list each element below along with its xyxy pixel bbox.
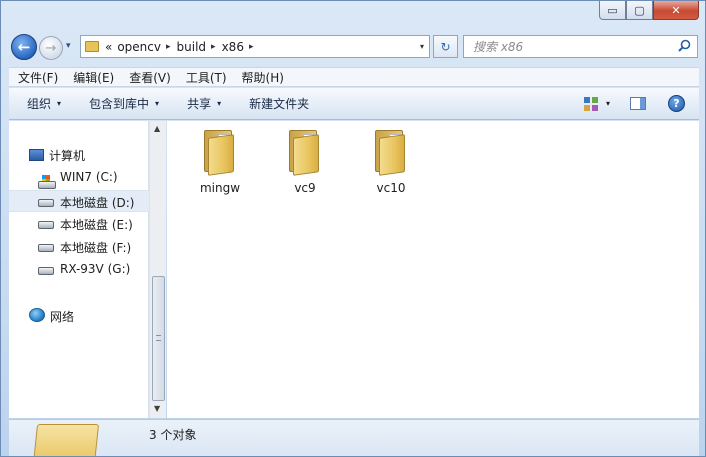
tree-item-label: 网络 — [50, 310, 75, 324]
breadcrumb-separator-icon[interactable]: ▸ — [211, 42, 216, 52]
breadcrumb-opencv[interactable]: opencv — [117, 40, 161, 54]
caption-buttons: ▭ ▢ ✕ — [599, 1, 699, 20]
navigation-scrollbar[interactable]: ▲ ▼ — [149, 121, 166, 418]
tree-item-label: RX-93V (G:) — [60, 262, 131, 276]
tree-item-drive-c[interactable]: WIN7 (C:) — [9, 167, 149, 189]
tree-item-drive-g[interactable]: RX-93V (G:) — [9, 259, 149, 281]
folder-vc10[interactable]: vc10 — [361, 124, 421, 195]
folder-icon — [204, 130, 236, 176]
drive-icon — [38, 267, 54, 275]
command-bar: 组织 ▾ 包含到库中 ▾ 共享 ▾ 新建文件夹 ▾ ? — [9, 88, 699, 120]
address-bar[interactable]: « opencv ▸ build ▸ x86 ▸ ▾ — [80, 35, 430, 58]
menu-edit[interactable]: 编辑(E) — [73, 69, 114, 86]
breadcrumb-build[interactable]: build — [177, 40, 207, 54]
tree-item-label: 本地磁盘 (D:) — [60, 196, 135, 210]
chevron-down-icon: ▾ — [155, 99, 160, 108]
breadcrumb-separator-icon[interactable]: ▸ — [166, 42, 171, 52]
navigation-pane: 计算机 WIN7 (C:) 本地磁盘 (D:) 本地磁盘 (E:) 本地磁盘 (… — [9, 121, 149, 418]
preview-pane-icon[interactable] — [630, 97, 646, 110]
folder-vc9[interactable]: vc9 — [275, 124, 335, 195]
minimize-button[interactable]: ▭ — [599, 1, 626, 20]
close-button[interactable]: ✕ — [653, 1, 699, 20]
chevron-down-icon: ▾ — [57, 99, 62, 108]
details-pane: 3 个对象 — [9, 419, 699, 456]
tree-item-drive-d[interactable]: 本地磁盘 (D:) — [9, 190, 149, 212]
recent-locations-dropdown[interactable]: ▾ — [66, 41, 71, 51]
view-controls: ▾ ? — [583, 95, 685, 112]
tree-item-label: WIN7 (C:) — [60, 170, 118, 184]
menu-view[interactable]: 查看(V) — [129, 69, 171, 86]
menu-help[interactable]: 帮助(H) — [242, 69, 284, 86]
view-options-dropdown[interactable]: ▾ — [606, 99, 610, 108]
back-button[interactable]: ← — [11, 34, 37, 60]
navigation-row: ← → ▾ « opencv ▸ build ▸ x86 ▸ ▾ ↻ — [1, 31, 705, 63]
tree-item-computer[interactable]: 计算机 — [9, 144, 149, 166]
include-in-library-label: 包含到库中 — [89, 97, 150, 111]
folder-icon — [375, 130, 407, 176]
drive-icon — [38, 199, 54, 207]
breadcrumb-x86[interactable]: x86 — [222, 40, 244, 54]
computer-icon — [29, 149, 44, 161]
new-folder-button[interactable]: 新建文件夹 — [249, 95, 309, 112]
scrollbar-thumb[interactable] — [152, 276, 165, 401]
search-input[interactable] — [473, 39, 663, 54]
chevron-down-icon: ▾ — [217, 99, 222, 108]
menu-bar: 文件(F) 编辑(E) 查看(V) 工具(T) 帮助(H) — [9, 67, 699, 87]
refresh-button[interactable]: ↻ — [433, 35, 458, 58]
folder-icon — [32, 424, 100, 456]
file-list: mingw vc9 vc10 — [167, 121, 699, 418]
folder-icon — [85, 41, 99, 52]
share-button[interactable]: 共享 ▾ — [187, 95, 221, 112]
organize-label: 组织 — [27, 97, 52, 111]
maximize-button[interactable]: ▢ — [626, 1, 653, 20]
network-icon — [29, 308, 45, 322]
windows-drive-icon — [38, 175, 56, 189]
folder-label: vc10 — [376, 181, 406, 195]
scroll-up-arrow-icon[interactable]: ▲ — [154, 124, 160, 133]
organize-button[interactable]: 组织 ▾ — [27, 95, 61, 112]
drive-icon — [38, 221, 54, 229]
tree-item-label: 本地磁盘 (F:) — [60, 241, 132, 255]
breadcrumb-overflow[interactable]: « — [105, 40, 112, 54]
new-folder-label: 新建文件夹 — [249, 97, 310, 111]
breadcrumb-separator-icon[interactable]: ▸ — [249, 42, 254, 52]
tree-item-label: 计算机 — [49, 149, 86, 163]
change-view-icon[interactable] — [583, 96, 598, 111]
tree-item-network[interactable]: 网络 — [9, 305, 149, 327]
tree-item-drive-f[interactable]: 本地磁盘 (F:) — [9, 236, 149, 258]
item-count: 3 个对象 — [149, 428, 197, 442]
folder-label: mingw — [199, 181, 241, 195]
help-icon[interactable]: ? — [668, 95, 685, 112]
tree-item-label: 本地磁盘 (E:) — [60, 218, 133, 232]
folder-icon — [289, 130, 321, 176]
menu-tools[interactable]: 工具(T) — [186, 69, 227, 86]
search-box[interactable] — [463, 35, 698, 58]
search-icon[interactable] — [678, 39, 691, 56]
share-label: 共享 — [187, 97, 212, 111]
address-dropdown-icon[interactable]: ▾ — [420, 42, 424, 51]
tree-item-drive-e[interactable]: 本地磁盘 (E:) — [9, 213, 149, 235]
folder-mingw[interactable]: mingw — [190, 124, 250, 195]
forward-button[interactable]: → — [39, 36, 63, 60]
menu-file[interactable]: 文件(F) — [18, 69, 58, 86]
drive-icon — [38, 244, 54, 252]
explorer-window: ▭ ▢ ✕ ← → ▾ « opencv ▸ build ▸ x86 ▸ ▾ ↻… — [0, 0, 706, 457]
folder-label: vc9 — [294, 181, 316, 195]
scroll-down-arrow-icon[interactable]: ▼ — [154, 404, 160, 413]
include-in-library-button[interactable]: 包含到库中 ▾ — [89, 95, 159, 112]
